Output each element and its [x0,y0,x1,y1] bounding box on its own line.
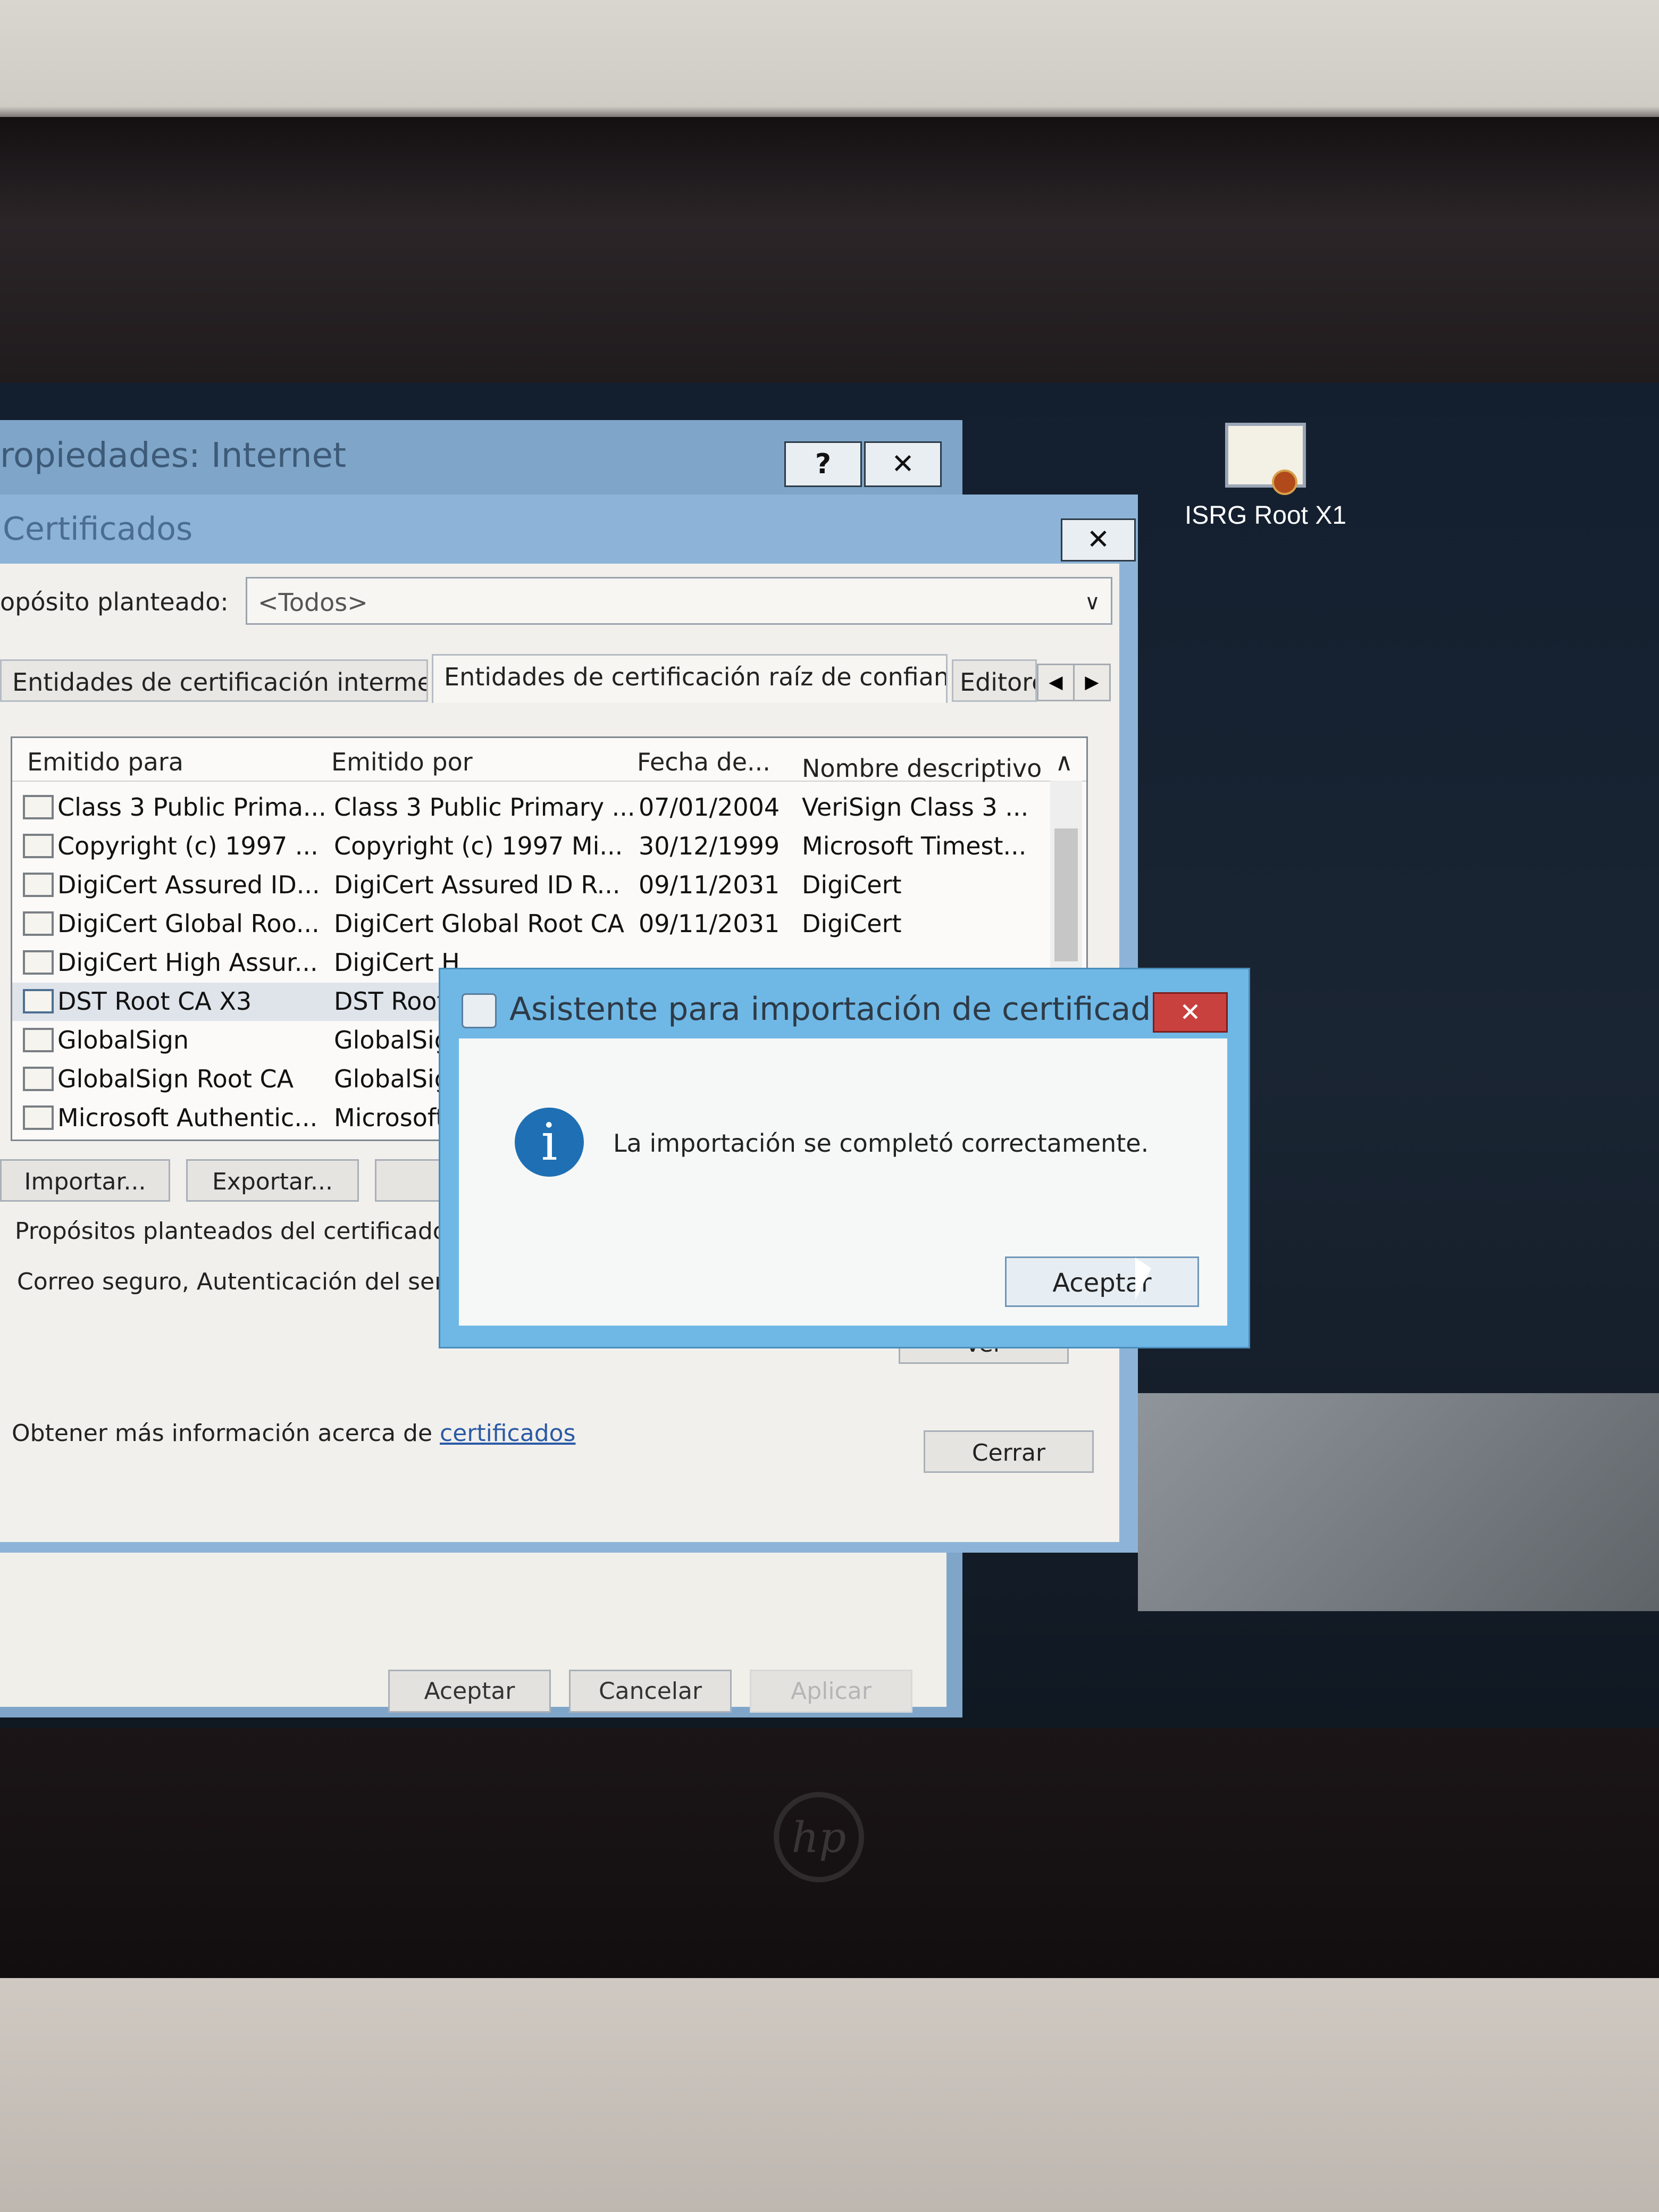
purpose-label: opósito planteado: [0,588,229,616]
column-friendly-name[interactable]: Nombre descriptivo [802,754,1042,783]
certificate-icon [23,989,54,1013]
help-button[interactable]: ? [784,441,862,487]
dialog-content: i La importación se completó correctamen… [459,1038,1227,1326]
sort-ascending-icon: ∧ [1055,748,1073,776]
chevron-down-icon: ∨ [1084,590,1100,615]
hp-logo-icon: hp [774,1792,864,1882]
certificate-icon [23,1028,54,1052]
info-icon: i [515,1108,584,1177]
certificate-icon [1225,423,1306,495]
table-row[interactable]: DigiCert Assured ID... DigiCert Assured … [12,866,1038,904]
close-button[interactable]: ✕ [864,441,942,487]
certificate-icon [23,795,54,819]
cell-friendly-name: Microsoft Timest... [802,832,1027,860]
purposes-value: Correo seguro, Autenticación del servido… [17,1268,504,1295]
cell-issued-to: GlobalSign [57,1026,189,1054]
mouse-cursor-icon [1135,1258,1151,1300]
apply-button[interactable]: Aplicar [750,1670,912,1713]
cell-issued-to: Class 3 Public Prima... [57,793,326,822]
table-row[interactable]: Class 3 Public Prima... Class 3 Public P… [12,789,1038,827]
cell-issued-to: GlobalSign Root CA [57,1065,294,1093]
tab-publishers[interactable]: Editore [952,659,1037,702]
cell-issued-to: Microsoft Authentic... [57,1103,318,1132]
cell-issued-to: DST Root CA X3 [57,987,252,1016]
cancel-button[interactable]: Cancelar [569,1670,732,1713]
close-dialog-button[interactable]: Cerrar [924,1430,1094,1473]
scrollbar-thumb[interactable] [1054,828,1078,961]
dialog-message: La importación se completó correctamente… [613,1129,1149,1158]
cell-issued-by: GlobalSig [334,1026,450,1054]
ok-button[interactable]: Aceptar [388,1670,551,1713]
cell-issued-by: DigiCert Global Root CA [334,909,624,938]
cell-date: 09/11/2031 [639,870,780,899]
tab-scroll-right-icon[interactable]: ▶ [1073,664,1111,701]
cell-issued-by: Microsoft [334,1103,446,1132]
cell-issued-to: DigiCert High Assur... [57,948,318,977]
purposes-heading: Propósitos planteados del certificado [15,1218,447,1245]
dialog-title: Asistente para importación de certificad… [509,991,1182,1028]
certificate-tabs: Entidades de certificación intermedias E… [0,654,1119,703]
import-wizard-dialog: Asistente para importación de certificad… [439,968,1250,1348]
certificate-icon [23,911,54,936]
more-info-text: Obtener más información acerca de certif… [12,1420,575,1447]
cell-friendly-name: DigiCert [802,909,902,938]
import-button[interactable]: Importar... [0,1159,170,1202]
tab-scroll-left-icon[interactable]: ◀ [1037,664,1075,701]
column-date[interactable]: Fecha de... [637,748,770,776]
cell-issued-to: DigiCert Assured ID... [57,870,320,899]
desktop-gray-area [1138,1393,1659,1611]
column-issued-by[interactable]: Emitido por [331,748,473,776]
cell-issued-by: GlobalSig [334,1065,450,1093]
ok-button[interactable]: Aceptar [1005,1256,1199,1307]
desktop-icon-isrg-root-x1[interactable]: ISRG Root X1 [1180,423,1351,530]
cell-issued-to: DigiCert Global Roo... [57,909,320,938]
more-info-label: Obtener más información acerca de [12,1420,440,1447]
cell-issued-to: Copyright (c) 1997 ... [57,832,319,860]
cell-date: 07/01/2004 [639,793,780,822]
certificate-icon [23,1067,54,1091]
cell-friendly-name: DigiCert [802,870,902,899]
cell-issued-by: Copyright (c) 1997 Mi... [334,832,623,860]
table-row[interactable]: Copyright (c) 1997 ... Copyright (c) 199… [12,827,1038,866]
tab-trusted-root[interactable]: Entidades de certificación raíz de confi… [432,654,948,703]
close-button[interactable]: ✕ [1061,518,1136,562]
window-title: Certificados [3,510,193,548]
cell-issued-by: DigiCert Assured ID R... [334,870,621,899]
monitor-bezel-top [0,117,1659,383]
window-title: ropiedades: Internet [0,436,347,475]
cell-issued-by: Class 3 Public Primary ... [334,793,635,822]
close-button[interactable]: ✕ [1153,992,1228,1033]
purpose-dropdown[interactable]: <Todos> ∨ [246,577,1112,625]
list-header: Emitido para Emitido por Fecha de... Nom… [12,738,1086,783]
desktop-icon-label: ISRG Root X1 [1184,501,1347,530]
cell-friendly-name: VeriSign Class 3 ... [802,793,1029,822]
export-button[interactable]: Exportar... [186,1159,359,1202]
cell-issued-by: DST Root [334,987,447,1016]
cell-date: 09/11/2031 [639,909,780,938]
purpose-value: <Todos> [258,588,368,617]
certificate-icon [23,950,54,975]
column-issued-to[interactable]: Emitido para [27,748,183,776]
certificate-icon [23,1105,54,1130]
certificate-icon [23,873,54,897]
tab-intermediate[interactable]: Entidades de certificación intermedias [0,659,428,702]
certificate-wizard-icon [462,993,497,1028]
certificate-icon [23,834,54,858]
certificates-link[interactable]: certificados [440,1420,575,1447]
table-row[interactable]: DigiCert Global Roo... DigiCert Global R… [12,905,1038,943]
cell-date: 30/12/1999 [639,832,780,860]
